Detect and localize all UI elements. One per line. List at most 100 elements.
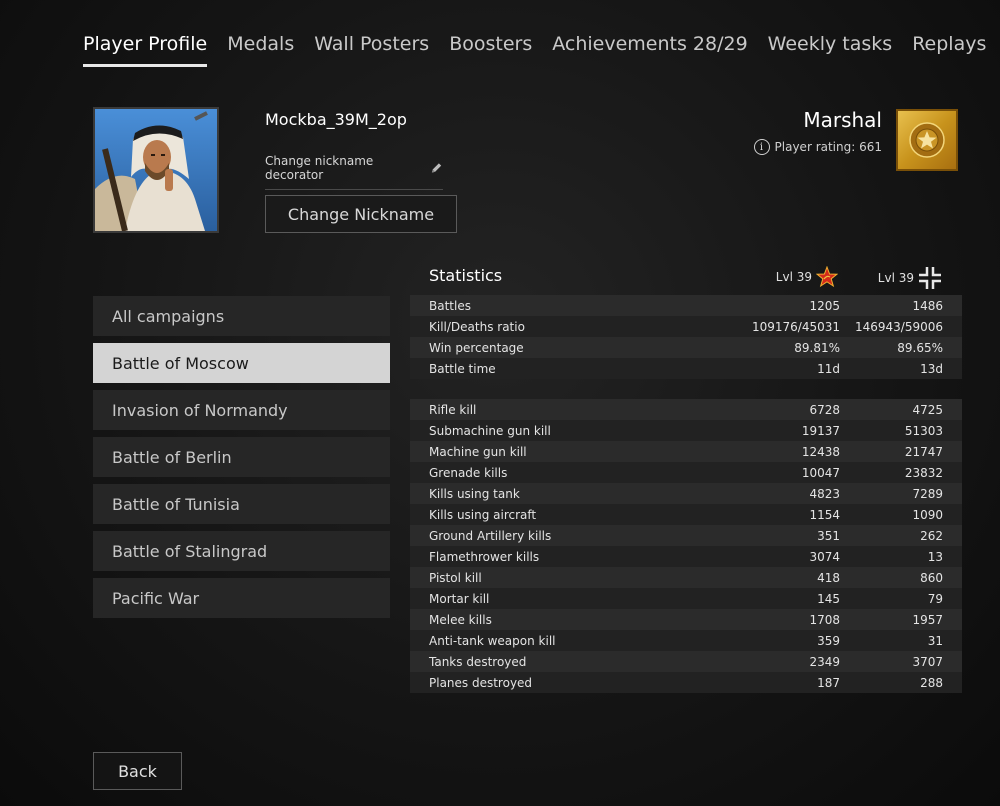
stat-value-axis: 1090 bbox=[912, 507, 943, 522]
stat-value-allies: 359 bbox=[817, 633, 840, 648]
stat-value-allies: 109176/45031 bbox=[751, 319, 840, 334]
stat-label: Mortar kill bbox=[429, 591, 490, 606]
marshal-star-icon bbox=[909, 122, 945, 158]
player-avatar[interactable] bbox=[93, 107, 219, 233]
stats-summary-table: Battles 1205 1486 Kill/Deaths ratio 109176/… bbox=[410, 295, 962, 379]
stat-value-allies: 10047 bbox=[801, 465, 840, 480]
stat-value-axis: 146943/59006 bbox=[854, 319, 943, 334]
decorator-label: Change nickname decorator bbox=[265, 154, 374, 182]
stat-label: Ground Artillery kills bbox=[429, 528, 552, 543]
campaign-stalingrad[interactable]: Battle of Stalingrad bbox=[93, 531, 390, 571]
stat-value-axis: 4725 bbox=[912, 402, 943, 417]
stat-label: Flamethrower kills bbox=[429, 549, 540, 564]
allies-level: Lvl 39 bbox=[776, 266, 838, 288]
table-row: Win percentage 89.81% 89.65% bbox=[410, 337, 962, 358]
stat-label: Rifle kill bbox=[429, 402, 477, 417]
tab-achievements[interactable]: Achievements 28/29 bbox=[552, 33, 747, 67]
stat-value-axis: 3707 bbox=[912, 654, 943, 669]
stat-value-axis: 1486 bbox=[912, 298, 943, 313]
campaign-list: All campaigns Battle of Moscow Invasion … bbox=[93, 296, 390, 625]
tab-wall-posters[interactable]: Wall Posters bbox=[314, 33, 429, 67]
stat-value-axis: 262 bbox=[920, 528, 943, 543]
stat-label: Battle time bbox=[429, 361, 496, 376]
stat-value-axis: 51303 bbox=[904, 423, 943, 438]
stat-value-allies: 3074 bbox=[809, 549, 840, 564]
stat-label: Melee kills bbox=[429, 612, 492, 627]
tab-player-profile[interactable]: Player Profile bbox=[83, 33, 208, 67]
stat-value-allies: 89.81% bbox=[794, 340, 840, 355]
stat-label: Pistol kill bbox=[429, 570, 482, 585]
stat-value-allies: 6728 bbox=[809, 402, 840, 417]
campaign-moscow[interactable]: Battle of Moscow bbox=[93, 343, 390, 383]
tab-medals[interactable]: Medals bbox=[227, 33, 294, 67]
stat-value-axis: 21747 bbox=[904, 444, 943, 459]
table-row: Flamethrower kills 3074 13 bbox=[410, 546, 962, 567]
change-decorator-link[interactable]: Change nickname decorator bbox=[265, 154, 443, 190]
stat-label: Tanks destroyed bbox=[429, 654, 527, 669]
stat-value-allies: 19137 bbox=[801, 423, 840, 438]
table-row: Grenade kills 10047 23832 bbox=[410, 462, 962, 483]
stat-value-allies: 1154 bbox=[809, 507, 840, 522]
stat-label: Grenade kills bbox=[429, 465, 508, 480]
stat-value-allies: 1205 bbox=[809, 298, 840, 313]
table-row: Planes destroyed 187 288 bbox=[410, 672, 962, 693]
stats-header: Statistics Lvl 39 Lvl 39 bbox=[410, 262, 962, 292]
stat-label: Win percentage bbox=[429, 340, 524, 355]
stat-value-axis: 13 bbox=[927, 549, 943, 564]
campaign-normandy[interactable]: Invasion of Normandy bbox=[93, 390, 390, 430]
table-row: Kills using aircraft 1154 1090 bbox=[410, 504, 962, 525]
stat-label: Battles bbox=[429, 298, 471, 313]
stat-value-allies: 351 bbox=[817, 528, 840, 543]
tab-replays[interactable]: Replays bbox=[912, 33, 986, 67]
table-row: Kill/Deaths ratio 109176/45031 146943/5900… bbox=[410, 316, 962, 337]
table-row: Kills using tank 4823 7289 bbox=[410, 483, 962, 504]
stat-label: Kills using tank bbox=[429, 486, 520, 501]
stat-label: Kill/Deaths ratio bbox=[429, 319, 525, 334]
stat-label: Submachine gun kill bbox=[429, 423, 551, 438]
table-row: Mortar kill 145 79 bbox=[410, 588, 962, 609]
stat-label: Anti-tank weapon kill bbox=[429, 633, 556, 648]
stat-value-allies: 12438 bbox=[801, 444, 840, 459]
campaign-pacific[interactable]: Pacific War bbox=[93, 578, 390, 618]
back-button[interactable]: Back bbox=[93, 752, 182, 790]
stat-label: Machine gun kill bbox=[429, 444, 527, 459]
stat-value-allies: 1708 bbox=[809, 612, 840, 627]
info-icon[interactable]: i bbox=[753, 139, 770, 155]
campaign-tunisia[interactable]: Battle of Tunisia bbox=[93, 484, 390, 524]
stat-value-axis: 13d bbox=[920, 361, 943, 376]
stat-value-axis: 288 bbox=[920, 675, 943, 690]
axis-level-label: Lvl 39 bbox=[877, 271, 914, 285]
stat-value-allies: 2349 bbox=[809, 654, 840, 669]
stat-value-allies: 418 bbox=[817, 570, 840, 585]
stat-value-axis: 860 bbox=[920, 570, 943, 585]
rank-badge bbox=[896, 109, 958, 171]
stat-value-allies: 145 bbox=[817, 591, 840, 606]
stat-value-axis: 89.65% bbox=[897, 340, 943, 355]
campaign-all[interactable]: All campaigns bbox=[93, 296, 390, 336]
player-rating-label: Player rating: 661 bbox=[774, 140, 882, 154]
profile-tabs: Player Profile Medals Wall Posters Boost… bbox=[83, 33, 986, 67]
table-row: Rifle kill 6728 4725 bbox=[410, 399, 962, 420]
stats-kills-table: Rifle kill 6728 4725 Submachine gun kill 19… bbox=[410, 399, 962, 693]
player-nickname: Mockba_39M_2op bbox=[265, 110, 407, 129]
stat-value-axis: 7289 bbox=[912, 486, 943, 501]
tab-weekly-tasks[interactable]: Weekly tasks bbox=[768, 33, 893, 67]
table-row: Battles 1205 1486 bbox=[410, 295, 962, 316]
table-row: Tanks destroyed 2349 3707 bbox=[410, 651, 962, 672]
table-row: Melee kills 1708 1957 bbox=[410, 609, 962, 630]
table-row: Ground Artillery kills 351 262 bbox=[410, 525, 962, 546]
table-row: Pistol kill 418 860 bbox=[410, 567, 962, 588]
stat-label: Kills using aircraft bbox=[429, 507, 537, 522]
stat-value-axis: 1957 bbox=[912, 612, 943, 627]
campaign-berlin[interactable]: Battle of Berlin bbox=[93, 437, 390, 477]
tab-boosters[interactable]: Boosters bbox=[449, 33, 532, 67]
stat-value-axis: 23832 bbox=[904, 465, 943, 480]
stat-value-axis: 31 bbox=[927, 633, 943, 648]
soviet-star-icon bbox=[816, 266, 838, 288]
avatar-portrait-icon bbox=[95, 109, 217, 231]
stat-value-axis: 79 bbox=[927, 591, 943, 606]
axis-level: Lvl 39 bbox=[878, 266, 942, 290]
stat-value-allies: 11d bbox=[817, 361, 840, 376]
stat-value-allies: 4823 bbox=[809, 486, 840, 501]
change-nickname-button[interactable]: Change Nickname bbox=[265, 195, 457, 233]
